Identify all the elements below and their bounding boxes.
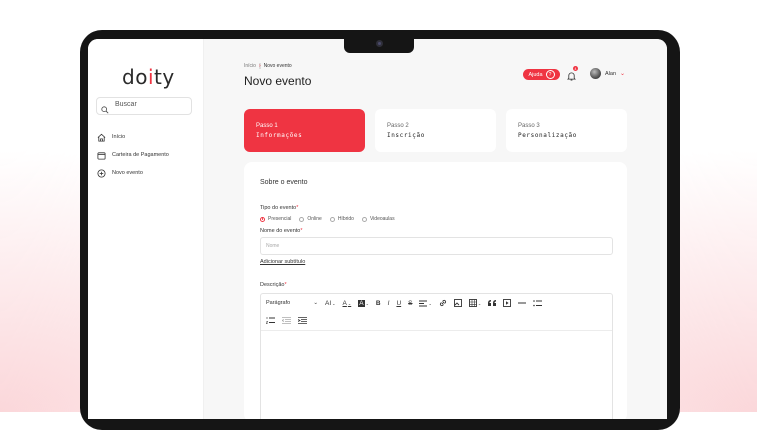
description-editor[interactable]: Parágrafo ⌄ AI ⌄ A ⌄ A ⌄ B I U S ⌄ ⌄ [260,293,613,419]
notifications-button[interactable]: 4 [566,66,578,86]
sidebar-item-inicio[interactable]: Início [96,131,125,143]
radio-videoaulas[interactable]: Videoaulas [361,216,395,222]
step-2[interactable]: Passo 2 Inscrição [375,109,496,152]
editor-toolbar: Parágrafo ⌄ AI ⌄ A ⌄ A ⌄ B I U S ⌄ ⌄ [266,297,543,309]
description-label: Descrição* [260,282,287,288]
event-type-radio-group: Presencial Online Híbrido Videoaulas [260,216,395,222]
radio-empty-icon [361,216,367,222]
font-size-button[interactable]: AI ⌄ [325,300,336,307]
add-subtitle-link[interactable]: Adicionar subtítulo [260,259,305,265]
bulleted-list-icon [533,299,543,306]
event-name-field[interactable]: Nome [260,237,613,255]
indent-decrease-button[interactable] [282,316,291,324]
event-name-label: Nome do evento* [260,228,303,234]
highlight-button[interactable]: A ⌄ [358,299,369,307]
step-name: Informações [256,132,303,139]
app-logo[interactable]: doity [122,65,175,89]
numbered-list-button[interactable] [266,316,275,324]
breadcrumb-separator: › [258,63,261,69]
editor-toolbar-row-2 [266,314,307,326]
device-notch [344,36,414,53]
wallet-icon [96,150,106,160]
sidebar-item-label: Início [112,134,126,140]
plus-circle-icon [96,168,106,178]
link-icon [439,299,446,307]
link-button[interactable] [439,299,447,307]
radio-presencial[interactable]: Presencial [260,216,291,222]
search-icon [101,101,109,119]
table-icon [468,299,477,307]
radio-hibrido[interactable]: Híbrido [329,216,354,222]
quote-icon [488,300,497,306]
search-input[interactable]: Buscar [96,97,192,115]
underline-button[interactable]: U [396,300,401,307]
step-name: Personalização [518,132,577,139]
step-3[interactable]: Passo 3 Personalização [506,109,627,152]
table-button[interactable]: ⌄ [468,299,481,307]
sidebar-item-novo-evento[interactable]: Novo evento [96,167,143,179]
help-icon: ? [545,70,555,79]
strikethrough-button[interactable]: S [408,300,412,307]
user-name: Alan [605,70,617,77]
event-type-label: Tipo do evento* [260,205,299,211]
align-left-icon [419,300,428,306]
bold-button[interactable]: B [376,300,381,307]
sidebar-item-label: Novo evento [112,170,143,176]
step-1[interactable]: Passo 1 Informações [244,109,365,152]
main-content: Início › Novo evento Novo evento Ajuda ? 4… [204,39,667,419]
chevron-down-icon: ⌄ [620,71,626,77]
step-number: Passo 2 [387,123,409,129]
sidebar-item-label: Carteira de Pagamento [112,152,169,158]
camera-icon [376,40,383,47]
search-label: Buscar [115,101,137,108]
step-name: Inscrição [387,132,425,139]
avatar [590,68,601,79]
page-title: Novo evento [244,74,312,88]
italic-button[interactable]: I [388,300,390,307]
indent-decrease-icon [282,316,291,324]
horizontal-line-icon [518,302,527,304]
image-button[interactable] [453,299,462,307]
help-button[interactable]: Ajuda ? [523,69,560,80]
font-color-button[interactable]: A ⌄ [343,300,352,307]
bulleted-list-button[interactable] [533,299,543,307]
radio-online[interactable]: Online [299,216,322,222]
help-label: Ajuda [528,71,543,78]
editor-divider [261,330,612,331]
indent-increase-icon [298,316,307,324]
notification-badge: 4 [573,66,578,71]
sidebar-item-carteira[interactable]: Carteira de Pagamento [96,149,169,161]
radio-empty-icon [299,216,305,222]
section-title: Sobre o evento [260,179,308,186]
paragraph-style-select[interactable]: Parágrafo ⌄ [266,300,318,306]
numbered-list-icon [266,316,275,324]
home-icon [96,132,106,142]
breadcrumb-current: Novo evento [263,63,292,69]
radio-selected-icon [260,216,265,222]
event-name-placeholder: Nome [266,243,280,249]
media-icon [503,299,512,307]
event-form-card: Sobre o evento Tipo do evento* Presencia… [244,162,627,419]
indent-increase-button[interactable] [298,316,307,324]
quote-button[interactable] [488,300,497,306]
user-menu[interactable]: Alan ⌄ [590,68,625,79]
breadcrumb: Início › Novo evento [244,63,292,69]
horizontal-line-button[interactable] [518,302,527,304]
media-button[interactable] [503,299,512,307]
step-number: Passo 1 [256,123,278,129]
sidebar: doity Buscar Início Carteira de Pagament… [88,39,204,419]
screen: doity Buscar Início Carteira de Pagament… [88,39,667,419]
align-button[interactable]: ⌄ [419,300,432,307]
breadcrumb-root[interactable]: Início [244,63,256,69]
step-number: Passo 3 [518,123,540,129]
radio-empty-icon [329,216,335,222]
image-icon [453,299,462,307]
